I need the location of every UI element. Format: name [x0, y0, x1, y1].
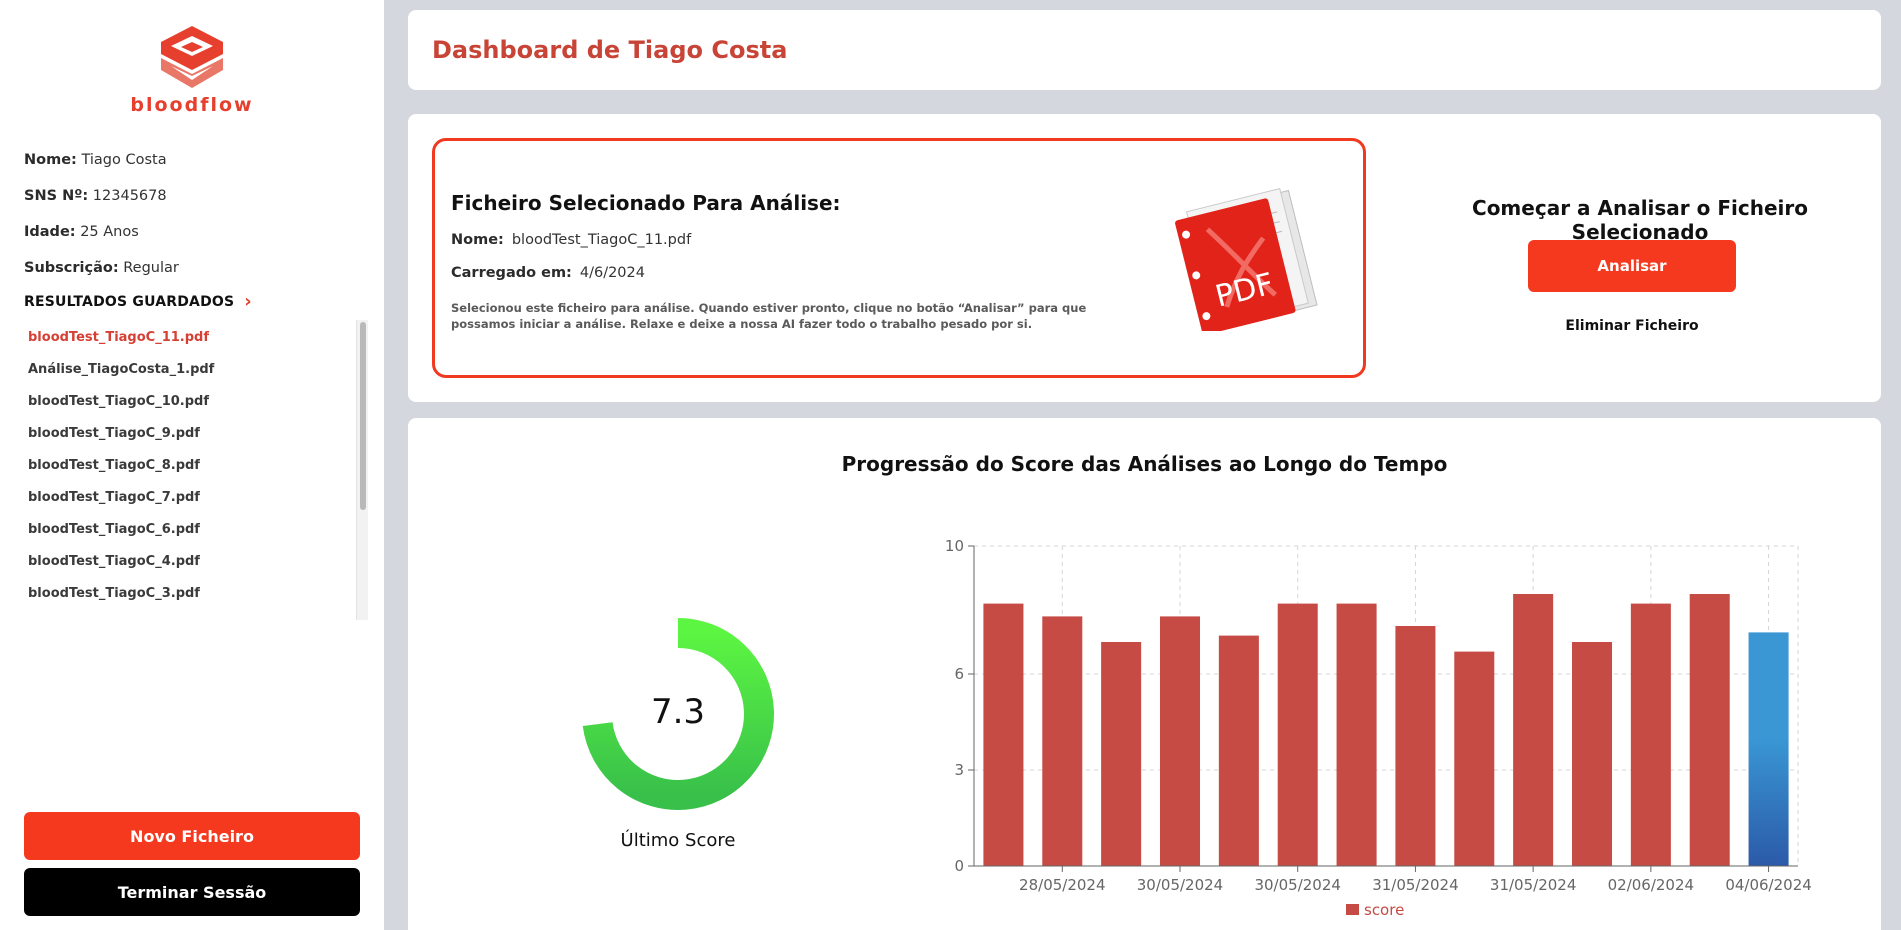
bar: [1218, 635, 1259, 866]
sidebar: bloodflow Nome: Tiago Costa SNS Nº: 1234…: [0, 0, 384, 930]
bar: [1454, 651, 1495, 866]
x-tick-label: 30/05/2024: [1137, 876, 1223, 894]
saved-results-toggle[interactable]: RESULTADOS GUARDADOS ›: [24, 291, 252, 312]
file-item[interactable]: bloodTest_TiagoC_6.pdf: [28, 522, 348, 554]
bar: [1571, 642, 1613, 866]
bar: [1042, 616, 1083, 866]
file-item[interactable]: Análise_TiagoCosta_1.pdf: [28, 362, 348, 394]
bar: [1513, 594, 1554, 866]
delete-file-link[interactable]: Eliminar Ficheiro: [1528, 318, 1736, 334]
file-item[interactable]: bloodTest_TiagoC_8.pdf: [28, 458, 348, 490]
file-list-scrollbar[interactable]: [356, 320, 368, 620]
new-file-button[interactable]: Novo Ficheiro: [24, 812, 360, 860]
profile-sns: SNS Nº: 12345678: [24, 188, 167, 204]
file-item[interactable]: bloodTest_TiagoC_10.pdf: [28, 394, 348, 426]
bar: [1336, 603, 1377, 866]
legend-swatch: [1346, 904, 1359, 915]
analyze-button[interactable]: Analisar: [1528, 240, 1736, 292]
dashboard-header: Dashboard de Tiago Costa: [408, 10, 1881, 90]
bar: [1277, 603, 1318, 866]
end-session-button[interactable]: Terminar Sessão: [24, 868, 360, 916]
file-item[interactable]: bloodTest_TiagoC_4.pdf: [28, 554, 348, 586]
profile-subscription: Subscrição: Regular: [24, 260, 179, 276]
last-score-label: Último Score: [620, 830, 736, 851]
selected-file-box: Ficheiro Selecionado Para Análise: Nome:…: [432, 138, 1366, 378]
bar: [1689, 594, 1730, 866]
x-tick-label: 02/06/2024: [1608, 876, 1694, 894]
analyze-section-title: Começar a Analisar o Ficheiro Selecionad…: [1472, 196, 1808, 244]
y-tick-label: 3: [954, 761, 964, 779]
scrollbar-thumb[interactable]: [360, 322, 366, 510]
x-tick-label: 04/06/2024: [1725, 876, 1811, 894]
selected-file-title: Ficheiro Selecionado Para Análise:: [451, 191, 841, 215]
y-tick-label: 6: [954, 665, 964, 683]
bar: [1748, 632, 1789, 866]
bar: [1630, 603, 1671, 866]
x-tick-label: 30/05/2024: [1254, 876, 1340, 894]
x-tick-label: 31/05/2024: [1372, 876, 1458, 894]
last-score-value: 7.3: [650, 692, 706, 732]
brand-logo: bloodflow: [0, 24, 384, 116]
selected-file-name: Nome: bloodTest_TiagoC_11.pdf: [451, 232, 692, 248]
profile-info: Nome: Tiago Costa SNS Nº: 12345678 Idade…: [24, 150, 179, 294]
bloodflow-logo-icon: [161, 26, 223, 88]
chart-title: Progressão do Score das Análises ao Long…: [841, 452, 1448, 476]
analysis-panel: Ficheiro Selecionado Para Análise: Nome:…: [408, 114, 1881, 402]
brand-name: bloodflow: [130, 94, 254, 116]
selected-file-description: Selecionou este ficheiro para análise. Q…: [451, 301, 1087, 331]
file-item[interactable]: bloodTest_TiagoC_7.pdf: [28, 490, 348, 522]
bar: [1159, 616, 1201, 866]
profile-age: Idade: 25 Anos: [24, 224, 139, 240]
pdf-file-icon: PDF: [1175, 187, 1318, 331]
chevron-right-icon: ›: [244, 291, 252, 312]
legend-label: score: [1364, 901, 1404, 919]
y-tick-label: 0: [954, 857, 964, 875]
score-progress-panel: Progressão do Score das Análises ao Long…: [408, 418, 1881, 930]
file-item[interactable]: bloodTest_TiagoC_9.pdf: [28, 426, 348, 458]
bar: [1101, 642, 1142, 866]
bar: [983, 603, 1024, 866]
bar: [1395, 626, 1436, 866]
file-item[interactable]: bloodTest_TiagoC_11.pdf: [28, 330, 348, 362]
profile-name: Nome: Tiago Costa: [24, 152, 167, 168]
selected-file-upload-date: Carregado em: 4/6/2024: [451, 265, 645, 281]
saved-files-list: bloodTest_TiagoC_11.pdf Análise_TiagoCos…: [28, 330, 348, 618]
x-tick-label: 28/05/2024: [1019, 876, 1105, 894]
page-title: Dashboard de Tiago Costa: [432, 36, 788, 64]
x-tick-label: 31/05/2024: [1490, 876, 1576, 894]
y-tick-label: 10: [945, 537, 964, 555]
file-item[interactable]: bloodTest_TiagoC_3.pdf: [28, 586, 348, 618]
saved-results-title: RESULTADOS GUARDADOS: [24, 294, 235, 310]
score-bar-chart: 0 3 6 10 28/05/2024 30/05/2024 30/05/2024 31/05…: [945, 537, 1812, 919]
